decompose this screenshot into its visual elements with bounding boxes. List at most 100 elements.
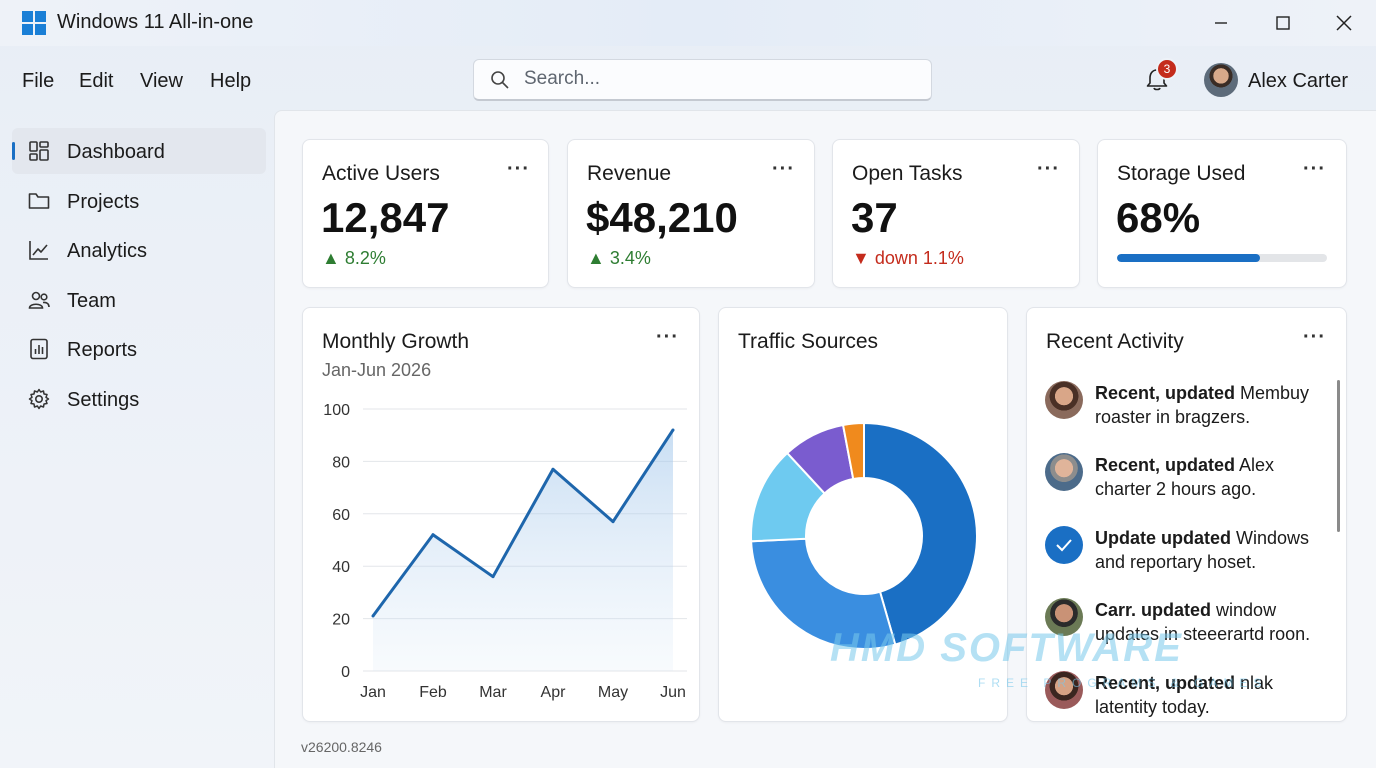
- data-point: [671, 428, 675, 432]
- kpi-title: Active Users: [322, 162, 440, 185]
- menu-file[interactable]: File: [22, 70, 54, 93]
- minimize-button[interactable]: [1198, 8, 1244, 38]
- avatar: [1045, 453, 1083, 491]
- kpi-value: 12,847: [321, 194, 450, 241]
- version-label: v26200.8246: [301, 739, 382, 755]
- search-icon: [491, 71, 509, 89]
- x-tick-label: Mar: [479, 684, 507, 701]
- notification-badge: 3: [1156, 58, 1178, 80]
- people-icon: [28, 291, 50, 309]
- maximize-button[interactable]: [1260, 8, 1306, 38]
- activity-actor: Update updated: [1095, 528, 1232, 548]
- dashboard-icon: [29, 141, 49, 161]
- report-icon: [30, 338, 48, 360]
- windows-logo-icon: [22, 11, 46, 35]
- kpi-card-revenue: Revenue ··· $48,210 ▲ 3.4%: [567, 139, 815, 288]
- activity-text: Recent, updated Membuy roaster in bragze…: [1095, 381, 1335, 429]
- sidebar-item-label: Reports: [67, 339, 138, 361]
- kpi-value: 68%: [1116, 194, 1201, 241]
- activity-title: Recent Activity: [1046, 330, 1184, 353]
- line-chart-icon: [29, 241, 48, 260]
- kpi-value: $48,210: [586, 194, 738, 241]
- x-tick-label: Feb: [419, 684, 447, 701]
- activity-actor: Recent, updated: [1095, 673, 1236, 693]
- x-tick-label: Jan: [360, 684, 386, 701]
- activity-actor: Carr. updated: [1095, 600, 1212, 620]
- y-tick-label: 40: [332, 559, 350, 576]
- menu-view[interactable]: View: [140, 70, 183, 93]
- more-options-icon[interactable]: ···: [1037, 158, 1060, 181]
- avatar: [1045, 381, 1083, 419]
- kpi-value: 37: [851, 194, 898, 241]
- sidebar: Dashboard Projects Analytics Team Report…: [0, 114, 274, 768]
- more-options-icon[interactable]: ···: [1303, 158, 1326, 181]
- kpi-card-open-tasks: Open Tasks ··· 37 ▼ down 1.1%: [832, 139, 1080, 288]
- x-tick-label: Jun: [660, 684, 686, 701]
- more-options-icon[interactable]: ···: [772, 158, 795, 181]
- close-icon: [1336, 15, 1352, 31]
- sidebar-item-reports[interactable]: Reports: [12, 326, 266, 372]
- folder-icon: [28, 193, 50, 209]
- y-tick-label: 60: [332, 507, 350, 524]
- kpi-title: Revenue: [587, 162, 672, 185]
- down-arrow-icon: ▼: [852, 248, 875, 268]
- kpi-delta-value: 3.4%: [609, 248, 651, 268]
- sidebar-item-settings[interactable]: Settings: [12, 376, 266, 422]
- activity-actor: Recent, updated: [1095, 455, 1236, 475]
- storage-progress-fill: [1117, 254, 1260, 262]
- x-tick-label: May: [598, 684, 628, 701]
- close-button[interactable]: [1321, 8, 1367, 38]
- kpi-delta-value: down 1.1%: [874, 248, 964, 268]
- storage-progress-bar: [1117, 254, 1327, 262]
- kpi-card-active-users: Active Users ··· 12,847 ▲ 8.2%: [302, 139, 549, 288]
- y-tick-label: 0: [341, 664, 350, 681]
- activity-text: Recent, updated Alex charter 2 hours ago…: [1095, 453, 1335, 501]
- maximize-icon: [1276, 16, 1290, 30]
- monthly-growth-card: Monthly Growth ··· Jan-Jun 2026 0 20 40 60 8…: [302, 307, 700, 722]
- more-options-icon[interactable]: ···: [1303, 326, 1326, 349]
- checkmark-icon: [1056, 539, 1072, 552]
- sidebar-item-dashboard[interactable]: Dashboard: [12, 128, 266, 174]
- activity-scrollbar[interactable]: [1337, 380, 1340, 532]
- activity-text: Recent, updated nlak latentity today.: [1095, 671, 1335, 719]
- activity-text: Update updated Windows and reportary hos…: [1095, 526, 1335, 574]
- avatar: [1045, 598, 1083, 636]
- growth-chart: 0 20 40 60 80 100 Jan Feb Mar Apr May Jun: [323, 402, 687, 701]
- area-fill: [373, 429, 673, 671]
- chart-title: Monthly Growth: [322, 330, 470, 353]
- pie-slice: [750, 537, 897, 650]
- data-point: [551, 467, 555, 471]
- y-tick-label: 100: [323, 402, 350, 419]
- up-arrow-icon: ▲: [587, 248, 610, 268]
- sidebar-item-analytics[interactable]: Analytics: [12, 227, 266, 273]
- sidebar-item-label: Settings: [67, 389, 140, 411]
- menu-edit[interactable]: Edit: [79, 70, 113, 93]
- sidebar-item-label: Analytics: [67, 240, 148, 262]
- window-title: Windows 11 All-in-one: [57, 11, 254, 33]
- x-tick-label: Apr: [541, 684, 567, 701]
- search-input[interactable]: [524, 60, 914, 98]
- more-options-icon[interactable]: ···: [507, 158, 530, 181]
- kpi-delta: ▲ 3.4%: [587, 248, 651, 269]
- data-point: [491, 575, 495, 579]
- user-name[interactable]: Alex Carter: [1248, 70, 1348, 93]
- sidebar-item-label: Projects: [67, 191, 140, 213]
- kpi-card-storage-used: Storage Used ··· 68%: [1097, 139, 1347, 288]
- avatar[interactable]: [1204, 63, 1238, 97]
- activity-actor: Recent, updated: [1095, 383, 1236, 403]
- sidebar-item-label: Dashboard: [67, 141, 165, 163]
- kpi-delta: ▼ down 1.1%: [852, 248, 964, 269]
- check-circle-icon: [1045, 526, 1083, 564]
- data-point: [431, 533, 435, 537]
- minimize-icon: [1215, 22, 1227, 24]
- chart-title: Traffic Sources: [738, 330, 879, 353]
- sidebar-item-team[interactable]: Team: [12, 277, 266, 323]
- traffic-sources-card: Traffic Sources: [718, 307, 1008, 722]
- menu-help[interactable]: Help: [210, 70, 251, 93]
- sidebar-item-projects[interactable]: Projects: [12, 178, 266, 224]
- title-bar: Windows 11 All-in-one: [0, 0, 1376, 46]
- search-box: [473, 59, 932, 101]
- kpi-title: Storage Used: [1117, 162, 1246, 185]
- kpi-delta: ▲ 8.2%: [322, 248, 386, 269]
- more-options-icon[interactable]: ···: [656, 326, 679, 349]
